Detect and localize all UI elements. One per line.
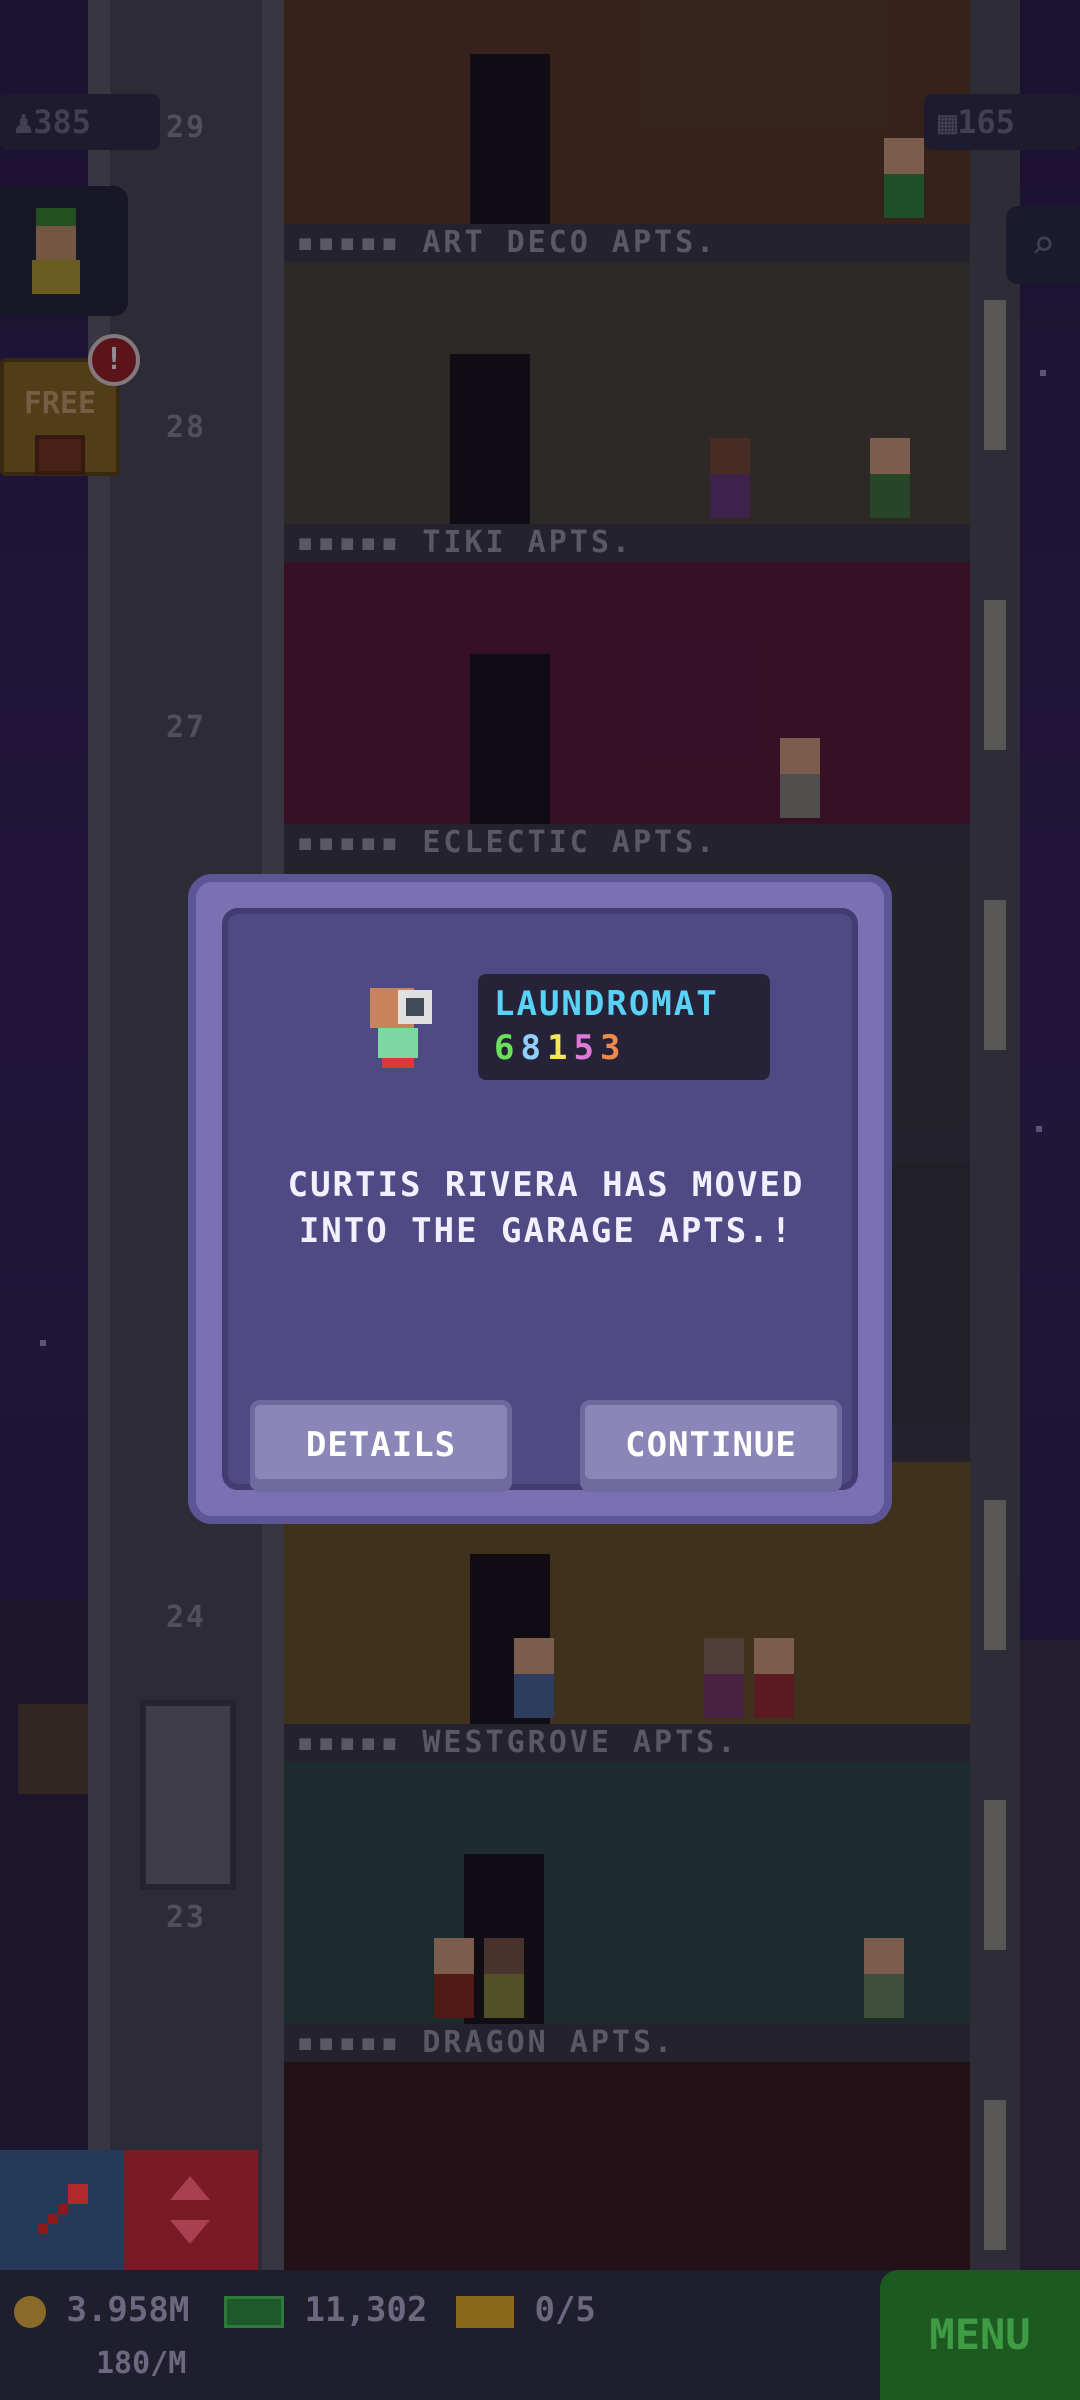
bux-balance[interactable]: 11,302 — [224, 2290, 427, 2330]
menu-button[interactable]: MENU — [880, 2270, 1080, 2400]
store-code-digit: 3 — [599, 1028, 627, 1068]
coin-rate: 180/M — [96, 2346, 187, 2381]
dialog-message: CURTIS RIVERA HAS MOVED INTO THE GARAGE … — [287, 1165, 805, 1251]
store-code-digit: 5 — [573, 1028, 600, 1068]
coin-icon — [14, 2295, 46, 2328]
elevator-button[interactable] — [124, 2150, 258, 2270]
ticket-value: 0/5 — [534, 2290, 596, 2330]
continue-button[interactable]: CONTINUE — [580, 1400, 842, 1492]
dialog-body: LAUNDROMAT 68153 CURTIS RIVERA HAS MOVED… — [222, 908, 858, 1492]
store-tag: LAUNDROMAT 68153 — [478, 974, 770, 1080]
elevator-arrows-icon — [170, 2176, 210, 2244]
store-code-digit: 1 — [546, 1028, 574, 1068]
coin-value: 3.958M — [66, 2290, 190, 2330]
details-button[interactable]: DETAILS — [250, 1400, 512, 1492]
store-code-digit: 8 — [520, 1028, 547, 1068]
ticket-icon — [456, 2295, 514, 2328]
bux-value: 11,302 — [304, 2290, 428, 2330]
bux-icon — [224, 2295, 284, 2328]
move-in-dialog: LAUNDROMAT 68153 CURTIS RIVERA HAS MOVED… — [188, 874, 892, 1524]
coin-balance[interactable]: 3.958M — [14, 2290, 189, 2330]
store-code-digit: 6 — [494, 1028, 521, 1068]
hammer-icon — [38, 2184, 88, 2234]
ticket-balance[interactable]: 0/5 — [456, 2290, 596, 2330]
bitizen-portrait-icon — [370, 988, 432, 1068]
store-name: LAUNDROMAT — [494, 984, 719, 1024]
build-tool-button[interactable] — [0, 2150, 124, 2270]
store-code: 68153 — [494, 1028, 754, 1068]
